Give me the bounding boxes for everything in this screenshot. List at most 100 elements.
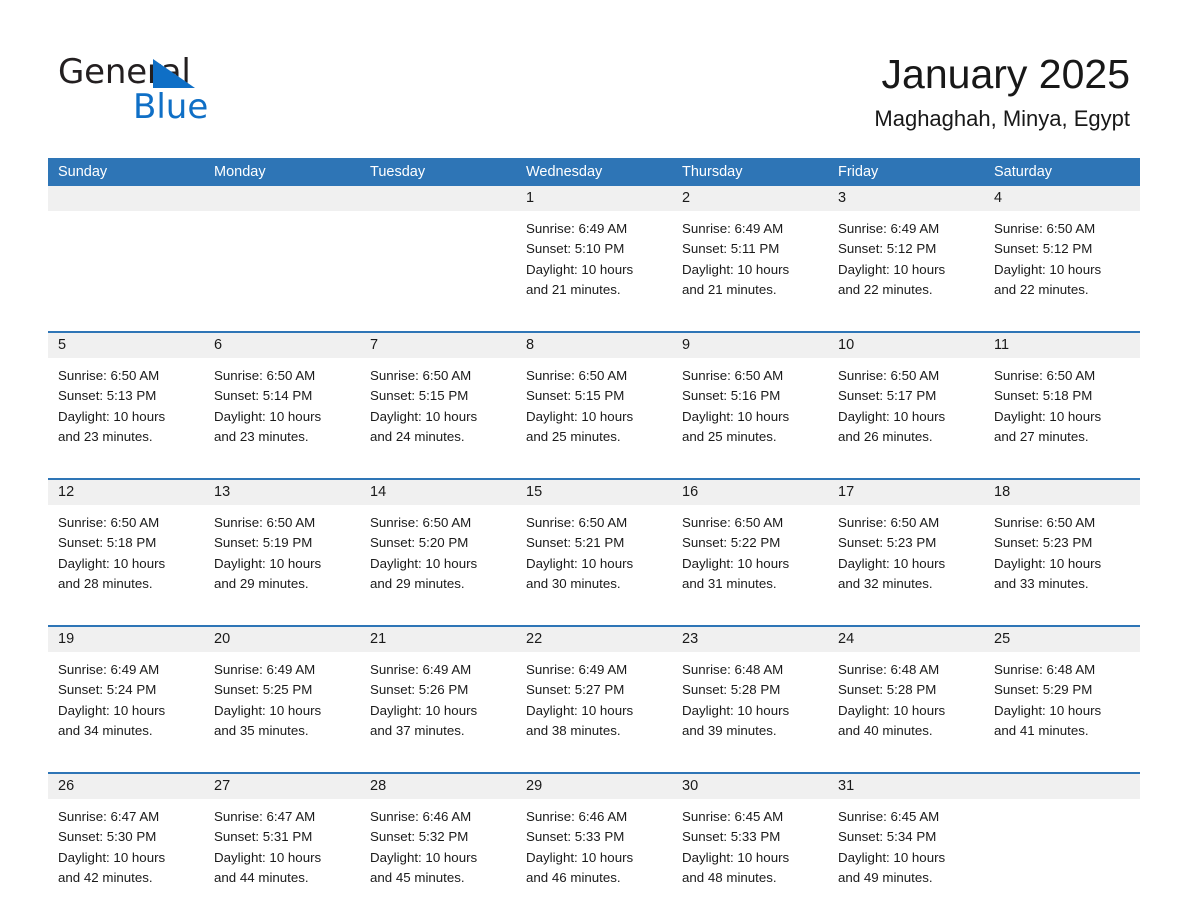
- day-detail-line: Sunset: 5:21 PM: [526, 535, 625, 551]
- triangle-icon: [153, 59, 195, 88]
- day-cell[interactable]: 7 Sunrise: 6:50 AM Sunset: 5:15 PM Daylight…: [360, 333, 516, 466]
- day-detail-line: and 37 minutes.: [370, 722, 465, 738]
- week-cells: 26 Sunrise: 6:47 AM Sunset: 5:30 PM Dayligh…: [48, 774, 1140, 907]
- day-detail-line: and 40 minutes.: [838, 722, 933, 738]
- day-cell[interactable]: 24 Sunrise: 6:48 AM Sunset: 5:28 PM Dayligh…: [828, 627, 984, 760]
- day-number: 3: [828, 186, 984, 211]
- day-detail-line: and 48 minutes.: [682, 869, 777, 885]
- day-cell[interactable]: 12 Sunrise: 6:50 AM Sunset: 5:18 PM Dayligh…: [48, 480, 204, 613]
- day-cell[interactable]: 5 Sunrise: 6:50 AM Sunset: 5:13 PM Daylight…: [48, 333, 204, 466]
- day-number: 16: [672, 480, 828, 505]
- day-detail-line: Sunrise: 6:49 AM: [214, 662, 316, 677]
- day-number: 22: [516, 627, 672, 652]
- day-number: 21: [360, 627, 516, 652]
- day-detail-line: Sunset: 5:33 PM: [526, 829, 625, 845]
- day-cell[interactable]: 21 Sunrise: 6:49 AM Sunset: 5:26 PM Dayligh…: [360, 627, 516, 760]
- day-cell[interactable]: 20 Sunrise: 6:49 AM Sunset: 5:25 PM Dayligh…: [204, 627, 360, 760]
- day-cell[interactable]: 17 Sunrise: 6:50 AM Sunset: 5:23 PM Dayligh…: [828, 480, 984, 613]
- day-detail-line: Sunrise: 6:50 AM: [994, 515, 1096, 530]
- day-number: 29: [516, 774, 672, 799]
- day-cell[interactable]: 9 Sunrise: 6:50 AM Sunset: 5:16 PM Daylight…: [672, 333, 828, 466]
- day-detail-line: and 35 minutes.: [214, 722, 309, 738]
- day-detail-line: Sunrise: 6:50 AM: [214, 515, 316, 530]
- day-number: [48, 186, 204, 211]
- day-cell[interactable]: 8 Sunrise: 6:50 AM Sunset: 5:15 PM Daylight…: [516, 333, 672, 466]
- day-detail-line: Daylight: 10 hours: [370, 555, 478, 571]
- day-detail-line: Sunset: 5:33 PM: [682, 829, 781, 845]
- day-detail-line: Sunrise: 6:48 AM: [838, 662, 940, 677]
- day-cell[interactable]: 4 Sunrise: 6:50 AM Sunset: 5:12 PM Daylight…: [984, 186, 1140, 319]
- day-number: [984, 774, 1140, 799]
- day-detail-line: Sunset: 5:22 PM: [682, 535, 781, 551]
- day-detail-line: Daylight: 10 hours: [682, 702, 790, 718]
- day-cell[interactable]: 19 Sunrise: 6:49 AM Sunset: 5:24 PM Dayligh…: [48, 627, 204, 760]
- day-cell[interactable]: 27 Sunrise: 6:47 AM Sunset: 5:31 PM Dayligh…: [204, 774, 360, 907]
- day-detail-line: and 22 minutes.: [994, 281, 1089, 297]
- day-detail-line: and 30 minutes.: [526, 575, 621, 591]
- day-cell[interactable]: 3 Sunrise: 6:49 AM Sunset: 5:12 PM Daylight…: [828, 186, 984, 319]
- day-cell[interactable]: 10 Sunrise: 6:50 AM Sunset: 5:17 PM Dayligh…: [828, 333, 984, 466]
- day-cell[interactable]: 2 Sunrise: 6:49 AM Sunset: 5:11 PM Daylight…: [672, 186, 828, 319]
- day-detail-line: and 42 minutes.: [58, 869, 153, 885]
- day-detail-line: Sunset: 5:11 PM: [682, 241, 780, 257]
- day-detail-line: Sunset: 5:18 PM: [994, 388, 1093, 404]
- day-detail-line: Daylight: 10 hours: [682, 849, 790, 865]
- day-details: Sunrise: 6:48 AM Sunset: 5:29 PM Daylight:…: [984, 652, 1140, 741]
- calendar-week-row: 12 Sunrise: 6:50 AM Sunset: 5:18 PM Dayligh…: [48, 478, 1140, 613]
- day-detail-line: Daylight: 10 hours: [526, 702, 634, 718]
- day-cell[interactable]: 13 Sunrise: 6:50 AM Sunset: 5:19 PM Dayligh…: [204, 480, 360, 613]
- day-detail-line: and 38 minutes.: [526, 722, 621, 738]
- day-cell[interactable]: 1 Sunrise: 6:49 AM Sunset: 5:10 PM Daylight…: [516, 186, 672, 319]
- day-detail-line: and 24 minutes.: [370, 428, 465, 444]
- calendar-grid: Sunday Monday Tuesday Wednesday Thursday Frid…: [48, 158, 1140, 907]
- day-detail-line: Daylight: 10 hours: [994, 261, 1102, 277]
- weekday-header-sunday: Sunday: [58, 164, 108, 180]
- day-cell[interactable]: 31 Sunrise: 6:45 AM Sunset: 5:34 PM Dayligh…: [828, 774, 984, 907]
- day-cell[interactable]: 6 Sunrise: 6:50 AM Sunset: 5:14 PM Daylight…: [204, 333, 360, 466]
- day-detail-line: Daylight: 10 hours: [526, 555, 634, 571]
- day-detail-line: Daylight: 10 hours: [526, 261, 634, 277]
- day-detail-line: Sunrise: 6:48 AM: [682, 662, 784, 677]
- day-detail-line: Daylight: 10 hours: [838, 849, 946, 865]
- day-details: Sunrise: 6:45 AM Sunset: 5:33 PM Daylight:…: [672, 799, 828, 888]
- day-details: Sunrise: 6:46 AM Sunset: 5:32 PM Daylight:…: [360, 799, 516, 888]
- day-detail-line: Daylight: 10 hours: [214, 702, 322, 718]
- day-number: 27: [204, 774, 360, 799]
- day-detail-line: Daylight: 10 hours: [994, 702, 1102, 718]
- day-details: Sunrise: 6:50 AM Sunset: 5:20 PM Daylight:…: [360, 505, 516, 594]
- day-cell[interactable]: 30 Sunrise: 6:45 AM Sunset: 5:33 PM Dayligh…: [672, 774, 828, 907]
- day-detail-line: Sunrise: 6:49 AM: [682, 221, 784, 236]
- day-cell[interactable]: 29 Sunrise: 6:46 AM Sunset: 5:33 PM Dayligh…: [516, 774, 672, 907]
- day-cell[interactable]: 11 Sunrise: 6:50 AM Sunset: 5:18 PM Dayligh…: [984, 333, 1140, 466]
- day-detail-line: Sunrise: 6:50 AM: [838, 368, 940, 383]
- week-cells: 19 Sunrise: 6:49 AM Sunset: 5:24 PM Dayligh…: [48, 627, 1140, 760]
- day-detail-line: and 46 minutes.: [526, 869, 621, 885]
- day-detail-line: Sunrise: 6:50 AM: [994, 368, 1096, 383]
- day-cell[interactable]: 23 Sunrise: 6:48 AM Sunset: 5:28 PM Dayligh…: [672, 627, 828, 760]
- day-cell[interactable]: 22 Sunrise: 6:49 AM Sunset: 5:27 PM Dayligh…: [516, 627, 672, 760]
- day-details: Sunrise: 6:49 AM Sunset: 5:12 PM Daylight:…: [828, 211, 984, 300]
- day-detail-line: Sunset: 5:14 PM: [214, 388, 313, 404]
- day-details: Sunrise: 6:45 AM Sunset: 5:34 PM Daylight:…: [828, 799, 984, 888]
- day-detail-line: Sunrise: 6:49 AM: [526, 662, 628, 677]
- day-cell[interactable]: 15 Sunrise: 6:50 AM Sunset: 5:21 PM Dayligh…: [516, 480, 672, 613]
- day-number: 28: [360, 774, 516, 799]
- day-cell[interactable]: 14 Sunrise: 6:50 AM Sunset: 5:20 PM Dayligh…: [360, 480, 516, 613]
- general-blue-logo[interactable]: General Blue: [58, 52, 318, 132]
- day-cell[interactable]: 16 Sunrise: 6:50 AM Sunset: 5:22 PM Dayligh…: [672, 480, 828, 613]
- day-detail-line: Sunrise: 6:47 AM: [214, 809, 316, 824]
- day-cell[interactable]: 18 Sunrise: 6:50 AM Sunset: 5:23 PM Dayligh…: [984, 480, 1140, 613]
- day-cell[interactable]: 26 Sunrise: 6:47 AM Sunset: 5:30 PM Dayligh…: [48, 774, 204, 907]
- day-cell[interactable]: 28 Sunrise: 6:46 AM Sunset: 5:32 PM Dayligh…: [360, 774, 516, 907]
- day-detail-line: Sunset: 5:26 PM: [370, 682, 469, 698]
- day-detail-line: Daylight: 10 hours: [58, 555, 166, 571]
- day-detail-line: Sunrise: 6:50 AM: [682, 515, 784, 530]
- day-detail-line: and 23 minutes.: [58, 428, 153, 444]
- day-cell[interactable]: 25 Sunrise: 6:48 AM Sunset: 5:29 PM Dayligh…: [984, 627, 1140, 760]
- day-detail-line: Daylight: 10 hours: [838, 555, 946, 571]
- day-detail-line: and 34 minutes.: [58, 722, 153, 738]
- page-title: January 2025: [881, 51, 1130, 97]
- day-detail-line: and 45 minutes.: [370, 869, 465, 885]
- day-number: 2: [672, 186, 828, 211]
- day-detail-line: Sunrise: 6:50 AM: [370, 515, 472, 530]
